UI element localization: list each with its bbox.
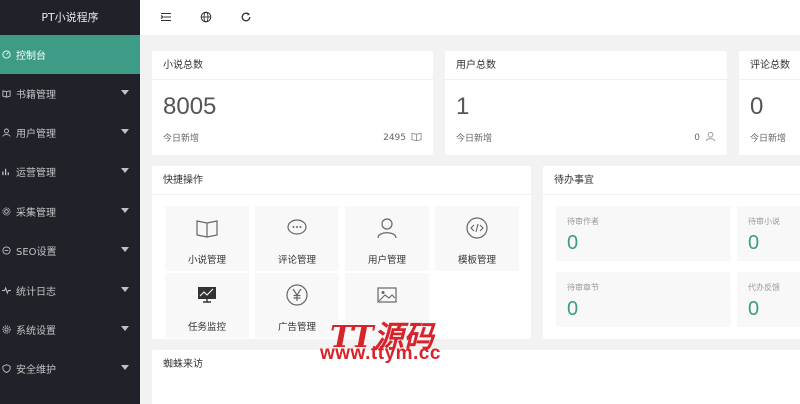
pending-item-label: 待审作者 bbox=[567, 217, 599, 226]
stat-card-novels: 小说总数 8005 今日新增 2495 bbox=[152, 51, 433, 155]
pending-item[interactable]: 待审章节 0 bbox=[556, 272, 731, 327]
sidebar-item-dashboard[interactable]: 控制台 bbox=[0, 35, 140, 74]
chevron-down-icon bbox=[121, 365, 129, 370]
pulse-icon bbox=[2, 286, 11, 295]
quick-tile-label: 模板管理 bbox=[457, 255, 496, 266]
sidebar-item-label: 运营管理 bbox=[16, 168, 56, 179]
monitor-icon bbox=[195, 283, 219, 307]
book-icon bbox=[406, 131, 422, 145]
chevron-down-icon bbox=[121, 247, 129, 252]
quick-tile-novels[interactable]: 小说管理 bbox=[165, 206, 249, 271]
pending-item[interactable]: 待审小说 0 bbox=[737, 206, 800, 261]
shield-icon bbox=[2, 364, 11, 373]
quick-tile-label: 评论管理 bbox=[277, 255, 316, 266]
gear-icon bbox=[2, 207, 11, 216]
quick-tile-templates[interactable]: 模板管理 bbox=[435, 206, 519, 271]
chevron-down-icon bbox=[121, 326, 129, 331]
pending-item-label: 代办反馈 bbox=[748, 283, 780, 292]
code-icon bbox=[465, 216, 489, 240]
app-title: PT小说程序 bbox=[0, 0, 140, 35]
pending-item-value: 0 bbox=[748, 232, 760, 254]
dashboard-icon bbox=[2, 50, 11, 59]
pending-item[interactable]: 待审作者 0 bbox=[556, 206, 731, 261]
quick-tile-label: 用户管理 bbox=[367, 255, 406, 266]
chevron-down-icon bbox=[121, 129, 129, 134]
settings-icon bbox=[2, 325, 11, 334]
globe-icon[interactable] bbox=[199, 10, 213, 24]
refresh-icon[interactable] bbox=[239, 10, 253, 24]
stat-card-users: 用户总数 1 今日新增 0 bbox=[445, 51, 727, 155]
sidebar-item-label: 系统设置 bbox=[16, 326, 56, 337]
stat-today: 0 bbox=[694, 131, 716, 145]
sidebar-item-books[interactable]: 书籍管理 bbox=[0, 74, 140, 113]
card-title: 蜘蛛来访 bbox=[163, 359, 203, 370]
stat-sub-label: 今日新增 bbox=[456, 134, 493, 144]
top-header bbox=[140, 0, 800, 35]
spider-visits-card: 蜘蛛来访 bbox=[152, 350, 800, 404]
chevron-down-icon bbox=[121, 90, 129, 95]
stat-value: 0 bbox=[750, 93, 764, 120]
chevron-down-icon bbox=[121, 168, 129, 173]
pending-item-value: 0 bbox=[567, 298, 579, 320]
chart-icon bbox=[2, 167, 11, 176]
book-icon bbox=[195, 216, 219, 240]
quick-tile-ads[interactable]: 广告管理 bbox=[255, 273, 339, 338]
sidebar-item-seo[interactable]: SEO设置 bbox=[0, 231, 140, 270]
sidebar-item-label: 用户管理 bbox=[16, 129, 56, 140]
pending-item[interactable]: 代办反馈 0 bbox=[737, 272, 800, 327]
quick-tile-users[interactable]: 用户管理 bbox=[345, 206, 429, 271]
sidebar-item-label: 安全维护 bbox=[16, 365, 56, 376]
user-icon bbox=[2, 128, 11, 137]
user-icon bbox=[700, 131, 716, 145]
quick-tile-comments[interactable]: 评论管理 bbox=[255, 206, 339, 271]
sidebar-item-label: 采集管理 bbox=[16, 208, 56, 219]
sidebar-item-system[interactable]: 系统设置 bbox=[0, 310, 140, 349]
stat-value: 1 bbox=[456, 93, 470, 120]
sidebar-item-security[interactable]: 安全维护 bbox=[0, 349, 140, 388]
stat-card-comments: 评论总数 0 今日新增 bbox=[739, 51, 800, 155]
sidebar-item-label: 统计日志 bbox=[16, 287, 56, 298]
card-title: 快捷操作 bbox=[152, 166, 531, 195]
sidebar-item-label: 书籍管理 bbox=[16, 90, 56, 101]
card-title: 用户总数 bbox=[445, 51, 727, 80]
chevron-down-icon bbox=[121, 208, 129, 213]
sidebar-item-users[interactable]: 用户管理 bbox=[0, 113, 140, 152]
sidebar-item-collect[interactable]: 采集管理 bbox=[0, 192, 140, 231]
chat-icon bbox=[285, 216, 309, 240]
image-icon bbox=[375, 283, 399, 307]
sidebar-item-operations[interactable]: 运营管理 bbox=[0, 152, 140, 191]
pending-item-label: 待审章节 bbox=[567, 283, 599, 292]
pending-item-label: 待审小说 bbox=[748, 217, 780, 226]
stat-today-value: 2495 bbox=[383, 133, 406, 143]
menu-fold-icon[interactable] bbox=[159, 10, 173, 24]
stat-sub-label: 今日新增 bbox=[750, 134, 787, 144]
quick-tile-tasks[interactable]: 任务监控 bbox=[165, 273, 249, 338]
card-title: 评论总数 bbox=[739, 51, 800, 80]
sidebar-item-label: SEO设置 bbox=[16, 247, 57, 258]
stat-today: 2495 bbox=[383, 131, 422, 145]
chevron-down-icon bbox=[121, 287, 129, 292]
stat-value: 8005 bbox=[163, 93, 217, 120]
yen-icon bbox=[285, 283, 309, 307]
quick-tile-label: 任务监控 bbox=[187, 322, 226, 333]
pending-item-value: 0 bbox=[748, 298, 760, 320]
stat-sub-label: 今日新增 bbox=[163, 134, 200, 144]
watermark-url: www.ttym.cc bbox=[320, 343, 441, 364]
pending-item-value: 0 bbox=[567, 232, 579, 254]
quick-tile-label: 小说管理 bbox=[187, 255, 226, 266]
sidebar-item-label: 控制台 bbox=[16, 51, 46, 62]
quick-tile-label: 广告管理 bbox=[277, 322, 316, 333]
card-title: 待办事宜 bbox=[543, 166, 800, 195]
sidebar-item-logs[interactable]: 统计日志 bbox=[0, 271, 140, 310]
pending-card: 待办事宜 待审作者 0 待审小说 0 待审章节 0 代办反馈 0 bbox=[543, 166, 800, 339]
book-icon bbox=[2, 89, 11, 98]
seo-icon bbox=[2, 246, 11, 255]
user-icon bbox=[375, 216, 399, 240]
card-title: 小说总数 bbox=[152, 51, 433, 80]
sidebar: PT小说程序 控制台 书籍管理 用户管理 运营管理 采集管理 SEO设置 统计日… bbox=[0, 0, 140, 404]
